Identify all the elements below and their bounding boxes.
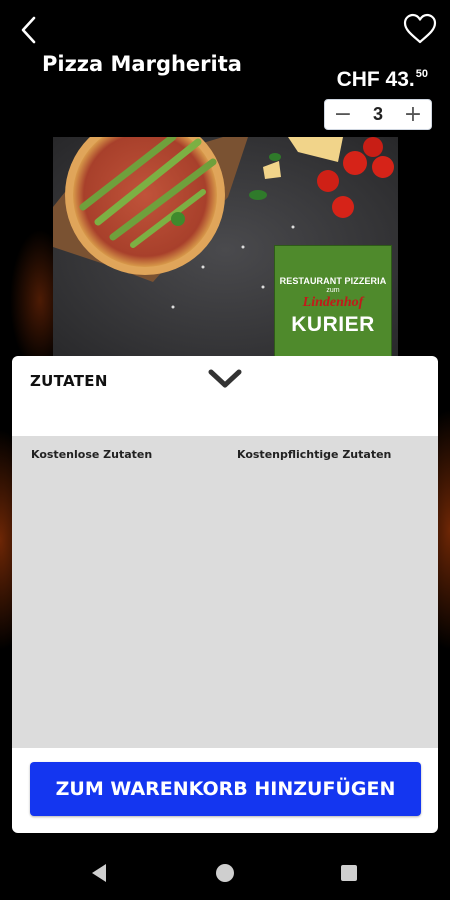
price-cents: 50 bbox=[415, 68, 428, 80]
paid-ingredients-label: Kostenpflichtige Zutaten bbox=[237, 448, 392, 461]
heart-outline-icon bbox=[403, 13, 437, 44]
chevron-left-icon bbox=[21, 16, 36, 44]
free-ingredients-label: Kostenlose Zutaten bbox=[31, 448, 153, 461]
add-to-cart-button[interactable]: ZUM WARENKORB HINZUFÜGEN bbox=[30, 762, 421, 816]
decrease-quantity-button[interactable]: − bbox=[333, 103, 353, 126]
circle-home-icon[interactable] bbox=[216, 864, 234, 882]
increase-quantity-button[interactable]: + bbox=[403, 103, 423, 126]
badge-line2: zum bbox=[326, 287, 340, 294]
badge-line3: Lindenhof bbox=[302, 295, 364, 310]
quantity-value: 3 bbox=[372, 104, 383, 124]
badge-line1: RESTAURANT PIZZERIA bbox=[279, 276, 387, 286]
top-bar: Pizza Margherita CHF 43.50 − 3 + bbox=[0, 0, 450, 140]
favorite-button[interactable] bbox=[402, 12, 438, 46]
collapse-button[interactable] bbox=[207, 366, 243, 392]
ingredients-area: Kostenlose Zutaten Kostenpflichtige Zuta… bbox=[12, 436, 438, 748]
quantity-stepper[interactable]: − 3 + bbox=[324, 99, 432, 130]
restaurant-logo-badge: RESTAURANT PIZZERIA zum Lindenhof KURIER bbox=[274, 245, 392, 357]
price-main: CHF 43. bbox=[336, 68, 415, 91]
product-price: CHF 43.50 bbox=[337, 68, 428, 92]
badge-line4: KURIER bbox=[291, 313, 375, 336]
back-button[interactable] bbox=[14, 14, 46, 46]
ingredients-panel: ZUTATEN Kostenlose Zutaten Kostenpflicht… bbox=[12, 356, 438, 833]
square-recents-icon[interactable] bbox=[341, 865, 357, 881]
system-nav-bar bbox=[0, 845, 450, 900]
triangle-back-icon[interactable] bbox=[90, 863, 108, 883]
ingredients-title: ZUTATEN bbox=[30, 372, 108, 390]
chevron-down-icon bbox=[208, 369, 242, 388]
product-title: Pizza Margherita bbox=[42, 52, 242, 76]
ingredients-header[interactable]: ZUTATEN bbox=[12, 356, 438, 436]
